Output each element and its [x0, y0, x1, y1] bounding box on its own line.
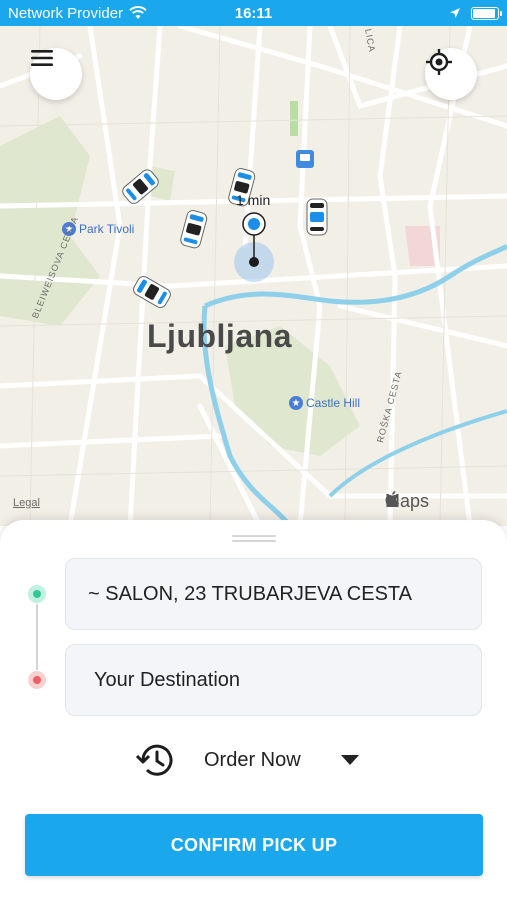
maps-brand: Maps	[385, 491, 429, 512]
crosshair-icon	[426, 49, 452, 75]
poi-castle-hill[interactable]: ★ Castle Hill	[289, 396, 360, 410]
history-icon	[135, 744, 173, 776]
chevron-down-icon	[340, 755, 359, 765]
apple-logo-icon	[385, 491, 399, 507]
legal-link[interactable]: Legal	[13, 497, 40, 509]
status-bar: Network Provider 16:11	[0, 0, 507, 26]
status-time: 16:11	[234, 4, 273, 22]
route-connector	[36, 604, 38, 670]
pickup-dot-icon	[28, 585, 46, 603]
poi-label: Castle Hill	[306, 396, 361, 410]
destination-dot-icon	[28, 671, 46, 689]
order-time-selector[interactable]: Order Now	[134, 740, 359, 780]
wifi-icon	[129, 6, 147, 19]
hamburger-menu-icon	[31, 50, 53, 66]
confirm-pickup-button[interactable]: CONFIRM PICK UP	[25, 814, 483, 876]
map-view[interactable]: 1 min Ljubljana ★ Park Tivoli ★ Castle H…	[0, 26, 507, 526]
eta-label: 1 min	[236, 192, 271, 208]
city-label: Ljubljana	[147, 318, 292, 354]
star-icon: ★	[289, 396, 303, 410]
battery-icon	[471, 6, 502, 20]
destination-field[interactable]: Your Destination	[65, 644, 482, 716]
pickup-field[interactable]: ~ SALON, 23 TRUBARJEVA CESTA	[65, 558, 482, 630]
map-background	[0, 26, 507, 526]
carrier-label: Network Provider	[8, 4, 124, 22]
location-arrow-icon	[450, 8, 460, 18]
battery-level	[473, 8, 495, 18]
locate-me-button[interactable]	[425, 48, 477, 100]
menu-button[interactable]	[30, 48, 82, 100]
booking-sheet: ~ SALON, 23 TRUBARJEVA CESTA Your Destin…	[0, 520, 507, 900]
drag-handle[interactable]	[232, 535, 276, 543]
order-time-label: Order Now	[204, 748, 301, 771]
poi-label: Park Tivoli	[79, 222, 135, 236]
